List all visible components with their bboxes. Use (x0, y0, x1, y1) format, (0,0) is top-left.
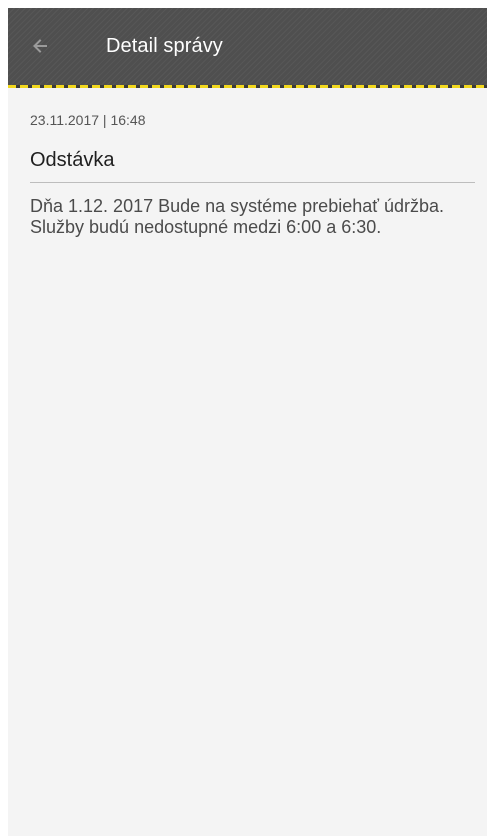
page-title: Detail správy (106, 35, 223, 57)
subject-divider (30, 182, 475, 183)
message-subject: Odstávka (30, 149, 115, 171)
message-detail-screen: Detail správy 23.11.2017 | 16:48 Odstávk… (8, 8, 487, 836)
message-body: Dňa 1.12. 2017 Bude na systéme prebiehať… (30, 196, 445, 237)
back-arrow-icon (33, 39, 47, 53)
message-datetime: 23.11.2017 | 16:48 (30, 112, 146, 128)
back-button[interactable] (22, 28, 58, 64)
app-bar: Detail správy (8, 8, 487, 85)
app-bar-accent-stripe (8, 85, 487, 88)
